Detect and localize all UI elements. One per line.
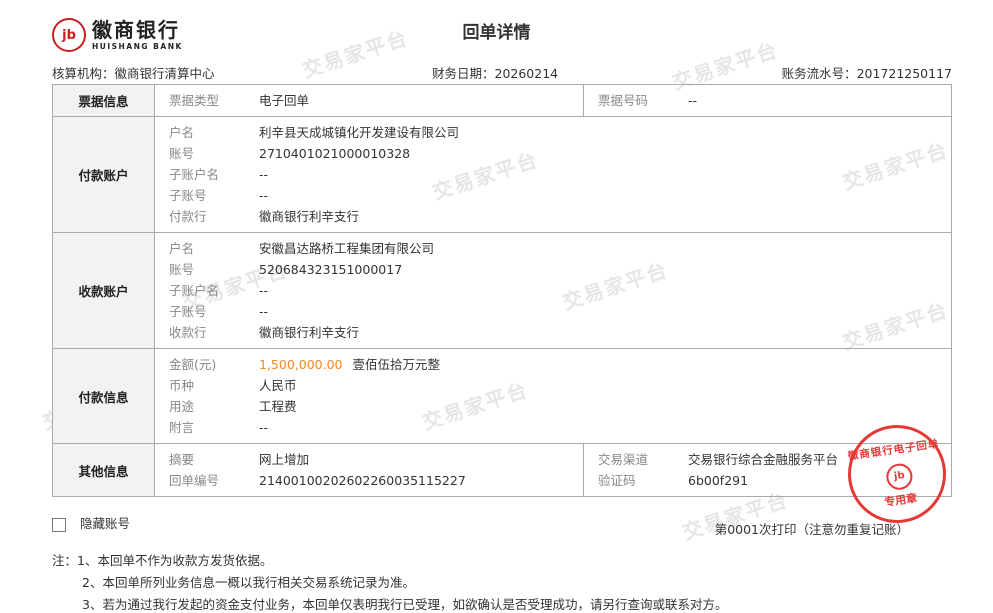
- payee-sub-account-name: --: [259, 283, 269, 298]
- accounting-org: 核算机构：徽商银行清算中心: [52, 66, 215, 81]
- serial-number: 账务流水号：201721250117: [781, 66, 952, 81]
- hide-account-toggle[interactable]: 隐藏账号: [52, 513, 130, 532]
- channel-label: 交易渠道: [598, 452, 649, 467]
- amount-value: 1,500,000.00: [259, 357, 343, 372]
- amount-label: 金额(元): [169, 357, 217, 372]
- payee-account: 520684323151000017: [259, 262, 403, 277]
- ticket-type-value: 电子回单: [259, 93, 310, 108]
- field-label: 付款行: [169, 209, 207, 224]
- section-label-payment: 付款信息: [52, 348, 155, 444]
- verify-code-value: 6b00f291: [688, 473, 749, 488]
- section-label-ticket: 票据信息: [52, 84, 155, 117]
- field-label: 子账户名: [169, 283, 220, 298]
- receipt-no-label: 回单编号: [169, 473, 220, 488]
- seal-top-text: 徽商银行电子回单: [847, 437, 941, 463]
- verify-code-label: 验证码: [598, 473, 636, 488]
- field-label: 用途: [169, 399, 195, 414]
- field-label: 附言: [169, 420, 195, 435]
- field-label: 收款行: [169, 325, 207, 340]
- field-label: 户名: [169, 241, 195, 256]
- purpose-value: 工程费: [259, 399, 297, 414]
- ticket-no-label: 票据号码: [598, 93, 649, 108]
- payment-details: 金额(元) 1,500,000.00 壹佰伍拾万元整 币种 人民币 用途 工程费 附…: [154, 348, 952, 444]
- section-label-payer: 付款账户: [52, 116, 155, 233]
- seal-bottom-text: 专用章: [883, 491, 918, 509]
- section-label-other: 其他信息: [52, 443, 155, 497]
- hide-account-checkbox[interactable]: [52, 517, 66, 532]
- section-label-payee: 收款账户: [52, 232, 155, 349]
- ticket-type-label: 票据类型: [169, 93, 220, 108]
- page-title: 回单详情: [462, 23, 531, 43]
- payee-bank: 徽商银行利辛支行: [259, 325, 360, 340]
- summary-label: 摘要: [169, 452, 195, 467]
- receipt-table: 票据信息 票据类型 电子回单 票据号码 -- 付款账户 户名 利辛县天成城镇化开发…: [52, 84, 952, 497]
- field-label: 子账号: [169, 304, 207, 319]
- field-label: 币种: [169, 378, 195, 393]
- note-3: 3、若为通过我行发起的资金支付业务，本回单仅表明我行已受理，如欲确认是否受理成功…: [82, 597, 728, 612]
- finance-date: 财务日期：20260214: [432, 66, 559, 81]
- payer-bank: 徽商银行利辛支行: [259, 209, 360, 224]
- payee-sub-account: --: [259, 304, 269, 319]
- receipt-no-value: 21400100202602260035115227: [259, 473, 466, 488]
- field-label: 子账户名: [169, 167, 220, 182]
- hide-account-label: 隐藏账号: [80, 516, 131, 531]
- ticket-no-value: --: [688, 93, 698, 108]
- note-2: 2、本回单所列业务信息一概以我行相关交易系统记录为准。: [82, 575, 415, 590]
- payee-name: 安徽昌达路桥工程集团有限公司: [259, 241, 435, 256]
- payer-sub-account-name: --: [259, 167, 269, 182]
- print-info: 第0001次打印（注意勿重复记账）: [714, 522, 909, 537]
- channel-value: 交易银行综合金融服务平台: [688, 452, 839, 467]
- field-label: 子账号: [169, 188, 207, 203]
- bank-name-en: HUISHANG BANK: [92, 41, 183, 51]
- payer-details: 户名 利辛县天成城镇化开发建设有限公司 账号 2710401021000010328…: [154, 116, 952, 233]
- payer-sub-account: --: [259, 188, 269, 203]
- payer-account: 2710401021000010328: [259, 146, 411, 161]
- summary-value: 网上增加: [259, 452, 310, 467]
- remark-value: --: [259, 420, 269, 435]
- payee-details: 户名 安徽昌达路桥工程集团有限公司 账号 520684323151000017 子账…: [154, 232, 952, 349]
- receipt-header: jb 徽商银行 HUISHANG BANK 回单详情: [0, 0, 993, 60]
- note-1: 注：1、本回单不作为收款方发货依据。: [52, 553, 273, 568]
- payer-name: 利辛县天成城镇化开发建设有限公司: [259, 125, 460, 140]
- seal-logo-icon: jb: [884, 462, 915, 492]
- field-label: 账号: [169, 262, 195, 277]
- field-label: 户名: [169, 125, 195, 140]
- currency-value: 人民币: [259, 378, 297, 393]
- field-label: 账号: [169, 146, 195, 161]
- amount-words: 壹佰伍拾万元整: [352, 357, 441, 372]
